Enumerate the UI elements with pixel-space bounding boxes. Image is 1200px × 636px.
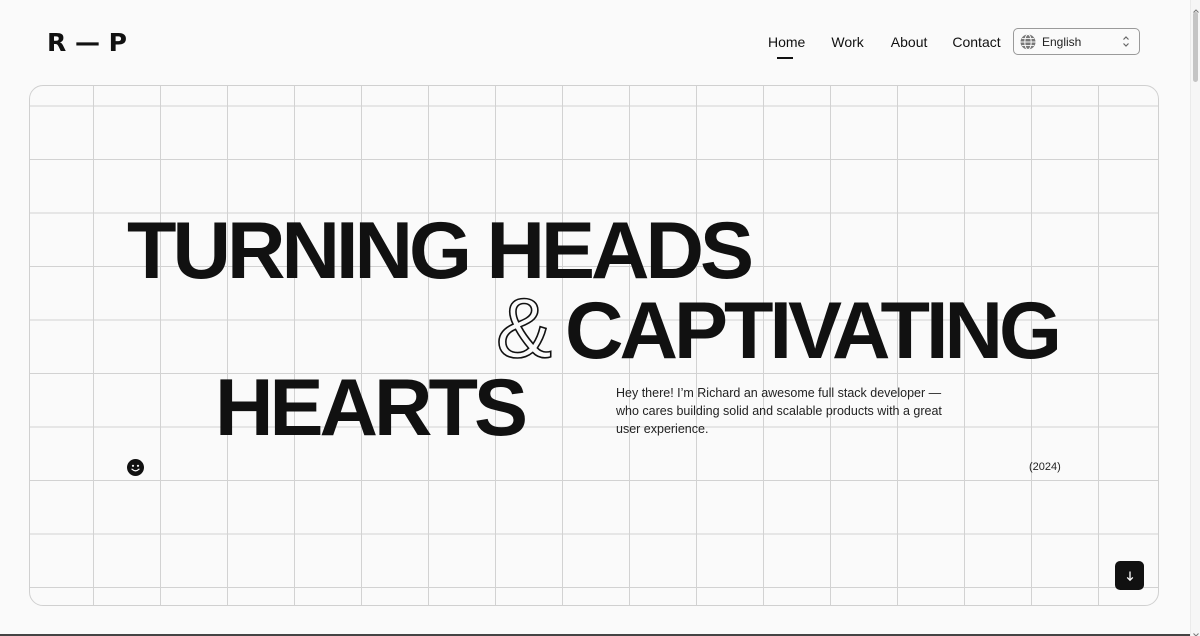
nav-contact[interactable]: Contact	[952, 33, 1000, 51]
hero-heading-line-3: HEARTS	[215, 363, 528, 453]
site-logo[interactable]: R — P	[47, 29, 127, 57]
nav-home[interactable]: Home	[768, 33, 805, 59]
main-nav: Home Work About Contact	[768, 33, 1001, 59]
page-scrollbar[interactable]	[1190, 0, 1200, 636]
language-select[interactable]: English	[1013, 28, 1140, 55]
scroll-down-button[interactable]	[1115, 561, 1144, 590]
page: R — P Home Work About Contact English TU…	[0, 0, 1200, 636]
year-label: (2024)	[1029, 461, 1061, 473]
nav-about[interactable]: About	[891, 33, 928, 51]
hero-intro-text: Hey there! I’m Richard an awesome full s…	[616, 386, 942, 436]
scroll-up-arrow-icon[interactable]	[1192, 2, 1200, 13]
scrollbar-thumb[interactable]	[1193, 12, 1198, 82]
chevron-up-down-icon	[1122, 35, 1130, 48]
hero-heading-line-2: CAPTIVATING	[565, 286, 1062, 376]
nav-work[interactable]: Work	[831, 33, 863, 51]
hero-ampersand: &	[495, 281, 553, 375]
scroll-down-arrow-icon[interactable]	[1192, 626, 1200, 636]
globe-icon	[1020, 33, 1036, 50]
hero-section: TURNING HEADS & CAPTIVATING HEARTS Hey t…	[29, 85, 1159, 606]
arrow-down-icon	[1125, 570, 1135, 582]
smiley-icon	[127, 459, 144, 476]
hero-heading-line-1: TURNING HEADS	[127, 206, 754, 296]
language-label: English	[1042, 34, 1082, 49]
